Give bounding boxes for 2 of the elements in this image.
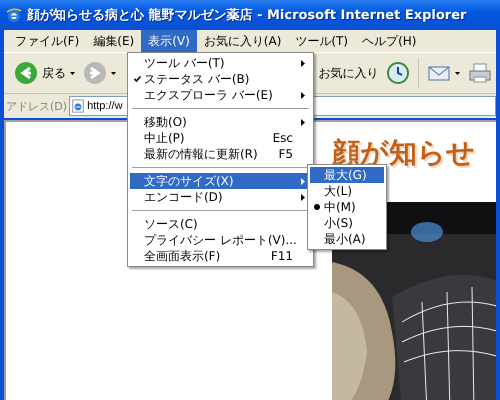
address-label: アドレス(D) xyxy=(6,98,68,114)
window-title: 顔が知らせる病と心 龍野マルゼン薬店 - Microsoft Internet Explorer xyxy=(27,6,466,24)
